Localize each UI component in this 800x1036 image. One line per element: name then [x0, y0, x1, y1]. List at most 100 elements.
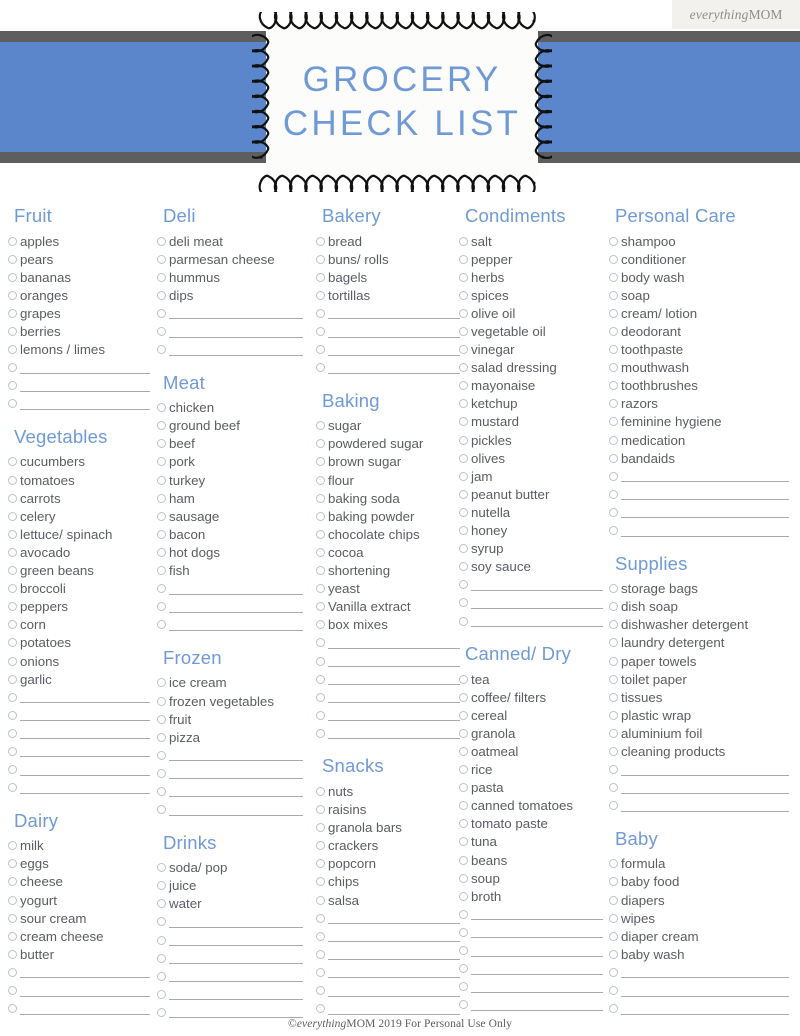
checklist-item[interactable]: avocado [8, 543, 156, 561]
checklist-item[interactable]: ketchup [459, 395, 609, 413]
write-in-line[interactable] [328, 948, 460, 961]
checkbox-icon[interactable] [459, 526, 468, 536]
checkbox-icon[interactable] [609, 584, 618, 594]
checklist-blank-row[interactable] [316, 981, 466, 999]
write-in-line[interactable] [169, 970, 303, 983]
checklist-item[interactable]: sugar [316, 417, 466, 435]
checkbox-icon[interactable] [8, 967, 17, 977]
checkbox-icon[interactable] [609, 783, 618, 793]
checklist-item[interactable]: celery [8, 507, 156, 525]
checkbox-icon[interactable] [157, 917, 166, 927]
checkbox-icon[interactable] [157, 732, 166, 742]
checklist-item[interactable]: dips [157, 286, 309, 304]
checkbox-icon[interactable] [459, 345, 468, 355]
checkbox-icon[interactable] [8, 236, 17, 246]
checkbox-icon[interactable] [459, 873, 468, 883]
checkbox-icon[interactable] [316, 236, 325, 246]
checklist-item[interactable]: popcorn [316, 855, 466, 873]
checklist-blank-row[interactable] [316, 724, 466, 742]
checklist-item[interactable]: hot dogs [157, 543, 309, 561]
checkbox-icon[interactable] [316, 308, 325, 318]
checklist-blank-row[interactable] [609, 963, 795, 981]
checkbox-icon[interactable] [8, 584, 17, 594]
checklist-item[interactable]: milk [8, 837, 156, 855]
checkbox-icon[interactable] [157, 584, 166, 594]
write-in-line[interactable] [328, 709, 460, 722]
checklist-item[interactable]: toothbrushes [609, 377, 795, 395]
write-in-line[interactable] [328, 655, 460, 668]
checkbox-icon[interactable] [459, 327, 468, 337]
checkbox-icon[interactable] [157, 475, 166, 485]
checklist-blank-row[interactable] [157, 341, 309, 359]
checkbox-icon[interactable] [459, 783, 468, 793]
checklist-blank-row[interactable] [157, 304, 309, 322]
checkbox-icon[interactable] [316, 786, 325, 796]
checkbox-icon[interactable] [459, 236, 468, 246]
checklist-blank-row[interactable] [157, 580, 309, 598]
checklist-blank-row[interactable] [8, 688, 156, 706]
checklist-item[interactable]: jam [459, 467, 609, 485]
checklist-blank-row[interactable] [609, 522, 795, 540]
checklist-item[interactable]: crackers [316, 837, 466, 855]
write-in-line[interactable] [20, 362, 150, 374]
checklist-blank-row[interactable] [316, 963, 466, 981]
checkbox-icon[interactable] [157, 881, 166, 891]
checkbox-icon[interactable] [8, 895, 17, 905]
checklist-item[interactable]: tuna [459, 833, 609, 851]
write-in-line[interactable] [169, 749, 303, 762]
checkbox-icon[interactable] [157, 254, 166, 264]
write-in-line[interactable] [471, 597, 603, 609]
write-in-line[interactable] [328, 727, 460, 740]
checkbox-icon[interactable] [8, 254, 17, 264]
write-in-line[interactable] [621, 470, 789, 483]
write-in-line[interactable] [328, 362, 460, 374]
checkbox-icon[interactable] [459, 927, 468, 937]
checkbox-icon[interactable] [459, 964, 468, 974]
checkbox-icon[interactable] [157, 989, 166, 999]
checklist-item[interactable]: brown sugar [316, 453, 466, 471]
checklist-item[interactable]: dish soap [609, 598, 795, 616]
checklist-item[interactable]: fruit [157, 710, 309, 728]
checkbox-icon[interactable] [459, 909, 468, 919]
checklist-item[interactable]: pepper [459, 250, 609, 268]
checkbox-icon[interactable] [459, 435, 468, 445]
checklist-item[interactable]: aluminium foil [609, 724, 795, 742]
checklist-blank-row[interactable] [316, 688, 466, 706]
checklist-blank-row[interactable] [8, 981, 156, 999]
checklist-blank-row[interactable] [8, 724, 156, 742]
checkbox-icon[interactable] [459, 710, 468, 720]
checkbox-icon[interactable] [609, 381, 618, 391]
checkbox-icon[interactable] [459, 453, 468, 463]
checkbox-icon[interactable] [316, 529, 325, 539]
checkbox-icon[interactable] [316, 638, 325, 648]
checklist-item[interactable]: baby food [609, 873, 795, 891]
write-in-line[interactable] [20, 727, 150, 740]
checklist-item[interactable]: cleaning products [609, 742, 795, 760]
checklist-blank-row[interactable] [157, 598, 309, 616]
checklist-blank-row[interactable] [316, 706, 466, 724]
checkbox-icon[interactable] [459, 598, 468, 608]
checkbox-icon[interactable] [609, 692, 618, 702]
checklist-item[interactable]: broth [459, 887, 609, 905]
checkbox-icon[interactable] [609, 254, 618, 264]
write-in-line[interactable] [169, 344, 303, 356]
checkbox-icon[interactable] [609, 236, 618, 246]
checkbox-icon[interactable] [459, 562, 468, 572]
write-in-line[interactable] [169, 804, 303, 816]
write-in-line[interactable] [471, 945, 603, 957]
checklist-blank-row[interactable] [316, 652, 466, 670]
checklist-item[interactable]: butter [8, 945, 156, 963]
checkbox-icon[interactable] [316, 547, 325, 557]
checkbox-icon[interactable] [459, 471, 468, 481]
checklist-item[interactable]: salt [459, 232, 609, 250]
checkbox-icon[interactable] [8, 913, 17, 923]
checkbox-icon[interactable] [8, 931, 17, 941]
checkbox-icon[interactable] [8, 457, 17, 467]
write-in-line[interactable] [169, 952, 303, 965]
checkbox-icon[interactable] [316, 674, 325, 684]
checklist-item[interactable]: ham [157, 489, 309, 507]
checklist-item[interactable]: cucumbers [8, 453, 156, 471]
checklist-blank-row[interactable] [157, 985, 309, 1003]
checkbox-icon[interactable] [316, 692, 325, 702]
checklist-item[interactable]: cream cheese [8, 927, 156, 945]
